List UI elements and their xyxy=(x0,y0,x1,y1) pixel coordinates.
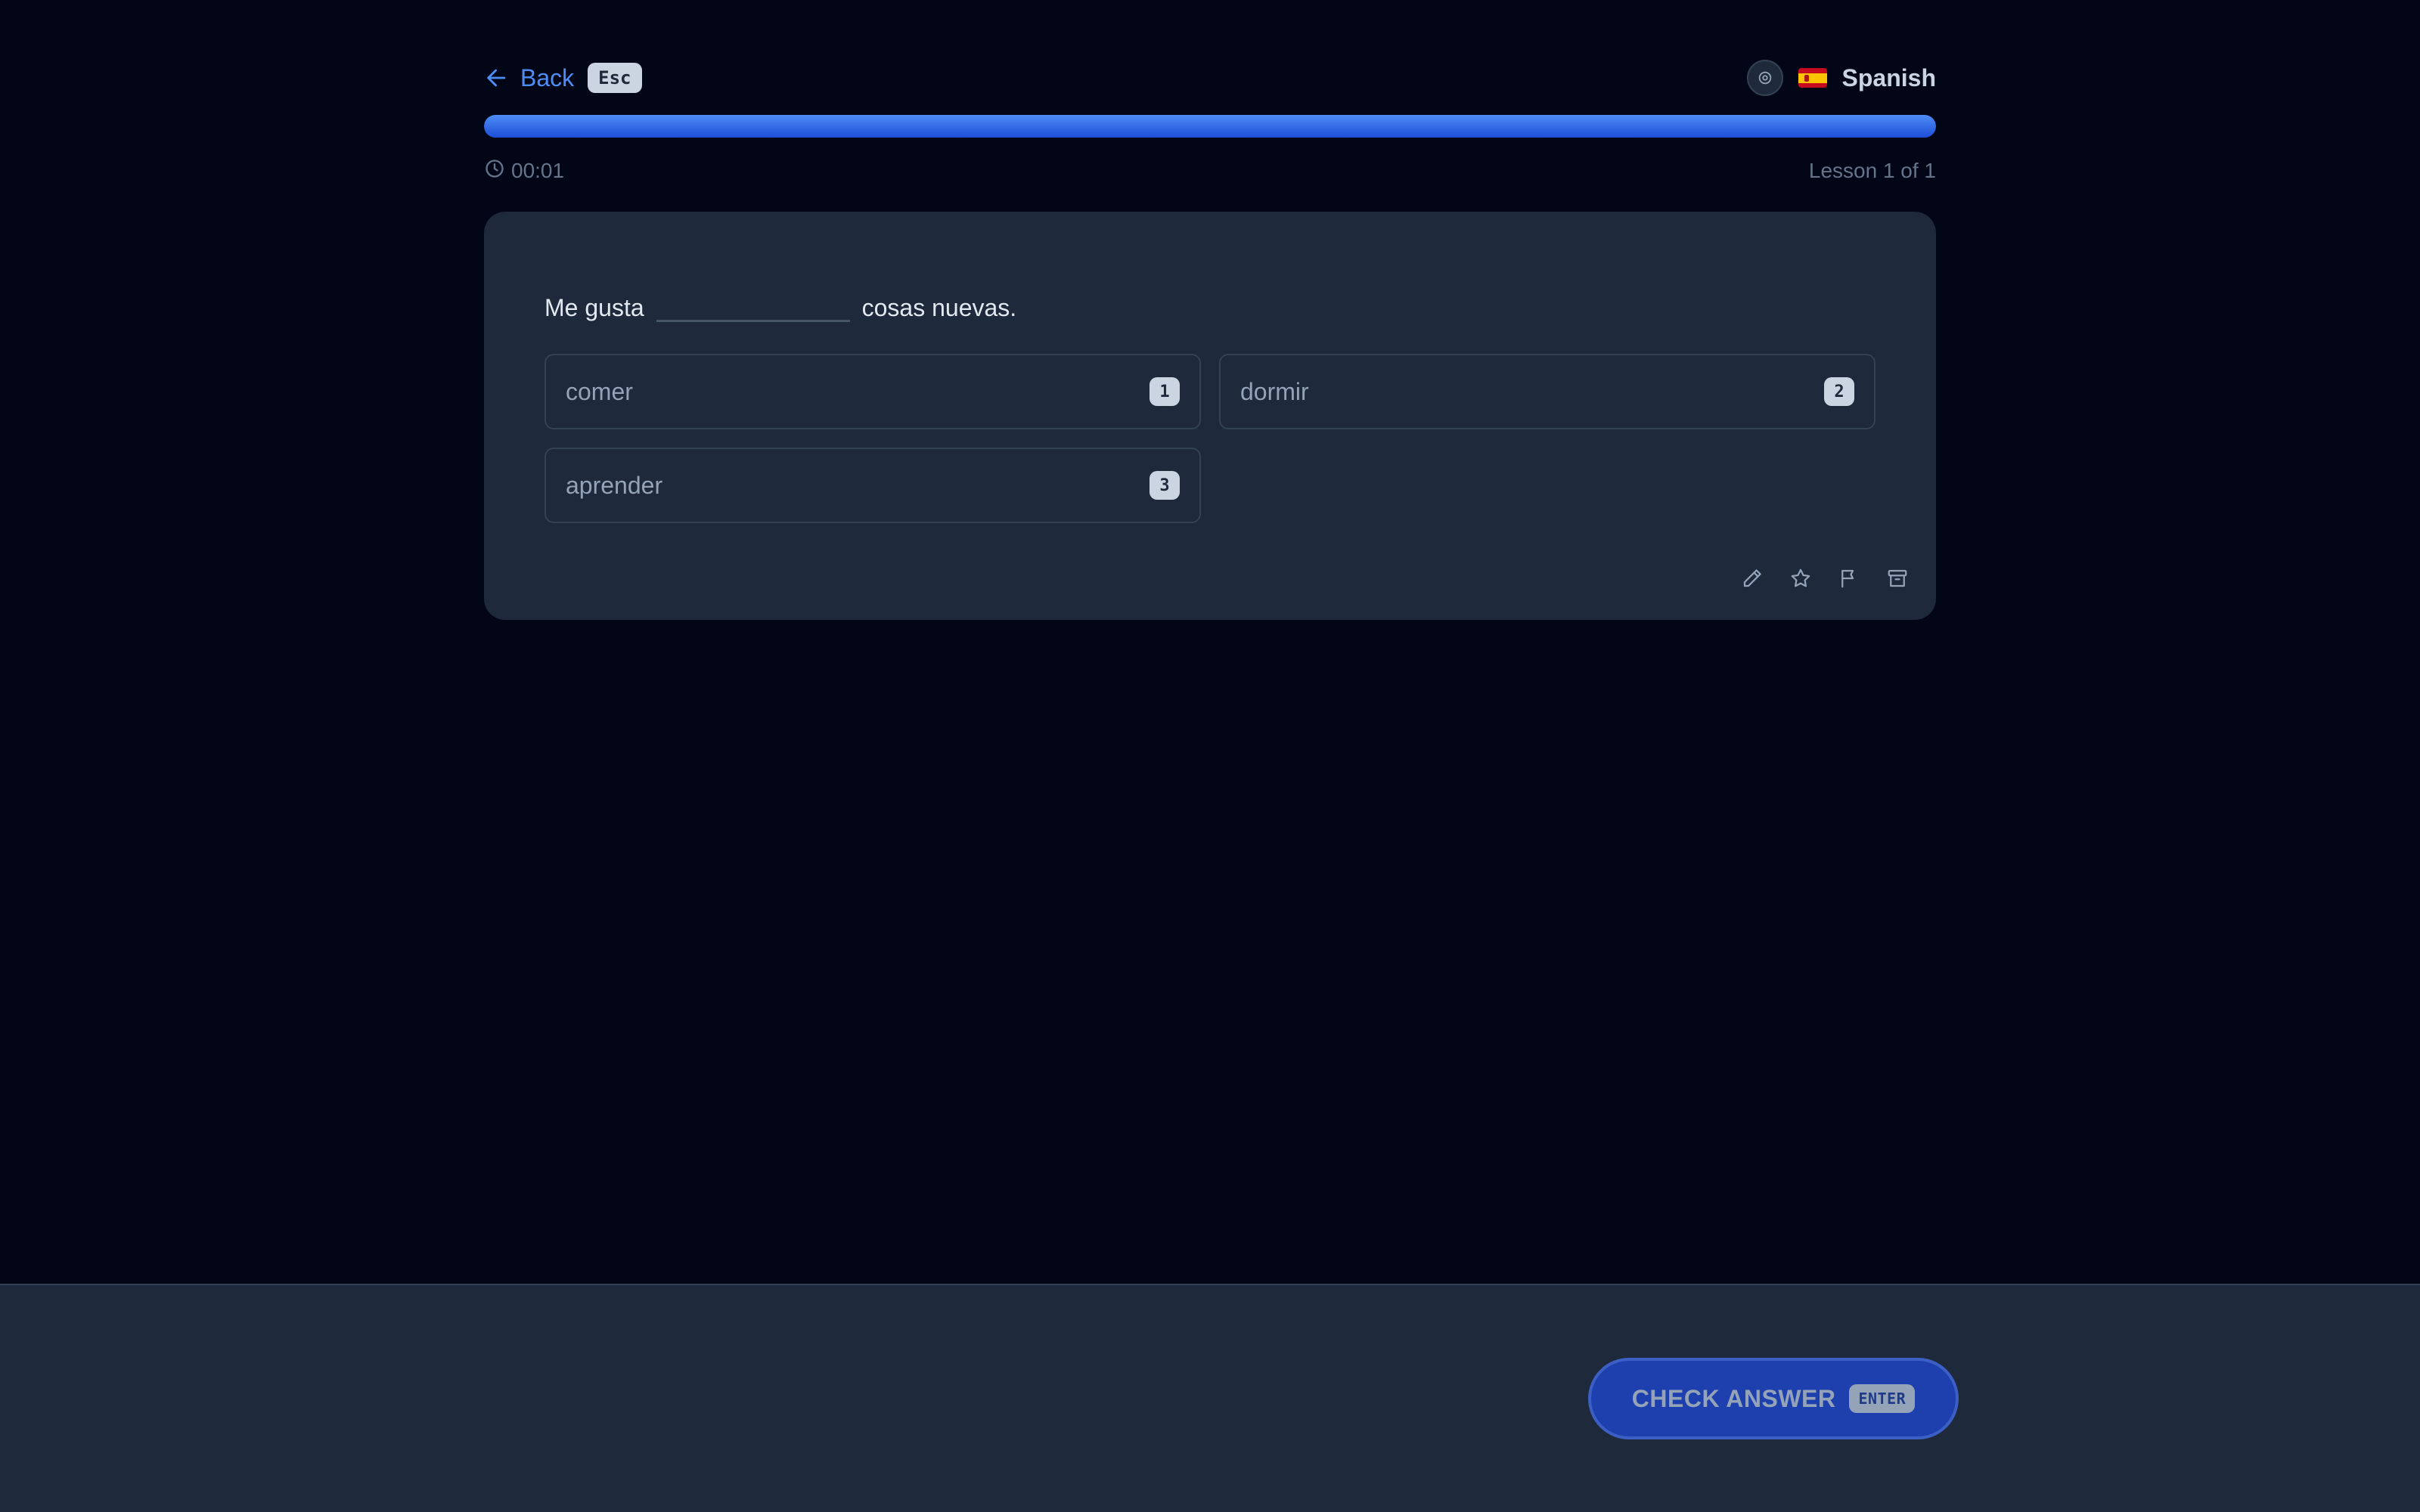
check-answer-button[interactable]: CHECK ANSWER ENTER xyxy=(1588,1358,1959,1439)
footer-bar: CHECK ANSWER ENTER xyxy=(0,1284,2420,1512)
exercise-card: Me gusta cosas nuevas. comer 1 dormir 2 … xyxy=(484,212,1936,620)
progress-bar xyxy=(484,115,1936,138)
option-comer[interactable]: comer 1 xyxy=(544,354,1201,429)
option-label: comer xyxy=(566,377,633,405)
question-sentence: Me gusta cosas nuevas. xyxy=(544,277,1016,322)
option-aprender[interactable]: aprender 3 xyxy=(544,448,1201,523)
option-label: dormir xyxy=(1240,377,1309,405)
check-answer-label: CHECK ANSWER xyxy=(1631,1384,1836,1412)
flag-icon[interactable] xyxy=(1838,567,1860,590)
esc-shortcut-badge: Esc xyxy=(588,63,642,93)
timer-value: 00:01 xyxy=(511,159,565,182)
language-name: Spanish xyxy=(1841,64,1936,91)
option-shortcut-badge: 3 xyxy=(1150,471,1180,500)
progress-fill xyxy=(484,115,1936,138)
star-icon[interactable] xyxy=(1789,567,1812,590)
lesson-counter: Lesson 1 of 1 xyxy=(1808,159,1936,182)
language-indicator: Spanish xyxy=(1746,60,1936,96)
enter-shortcut-badge: ENTER xyxy=(1849,1384,1916,1413)
answer-blank[interactable] xyxy=(656,280,850,322)
option-shortcut-badge: 1 xyxy=(1150,377,1180,406)
question-after: cosas nuevas. xyxy=(861,294,1017,321)
option-dormir[interactable]: dormir 2 xyxy=(1219,354,1876,429)
app-root: Back Esc Spanish 00:01 Lesson 1 of 1 Me … xyxy=(0,0,2420,1512)
back-label: Back xyxy=(520,64,575,91)
spain-flag-icon xyxy=(1798,68,1827,88)
clock-icon xyxy=(484,158,505,184)
option-shortcut-badge: 2 xyxy=(1824,377,1854,406)
archive-icon[interactable] xyxy=(1886,567,1909,590)
question-before: Me gusta xyxy=(544,294,644,321)
answer-options: comer 1 dormir 2 aprender 3 xyxy=(544,354,1876,523)
settings-icon[interactable] xyxy=(1746,60,1783,96)
arrow-left-icon xyxy=(484,65,510,91)
header: Back Esc Spanish xyxy=(484,57,1936,98)
pencil-icon[interactable] xyxy=(1741,567,1764,590)
back-button[interactable]: Back Esc xyxy=(484,63,642,93)
meta-row: 00:01 Lesson 1 of 1 xyxy=(484,156,1936,186)
timer: 00:01 xyxy=(484,158,564,184)
option-label: aprender xyxy=(566,471,663,499)
card-toolbar xyxy=(1741,567,1909,590)
